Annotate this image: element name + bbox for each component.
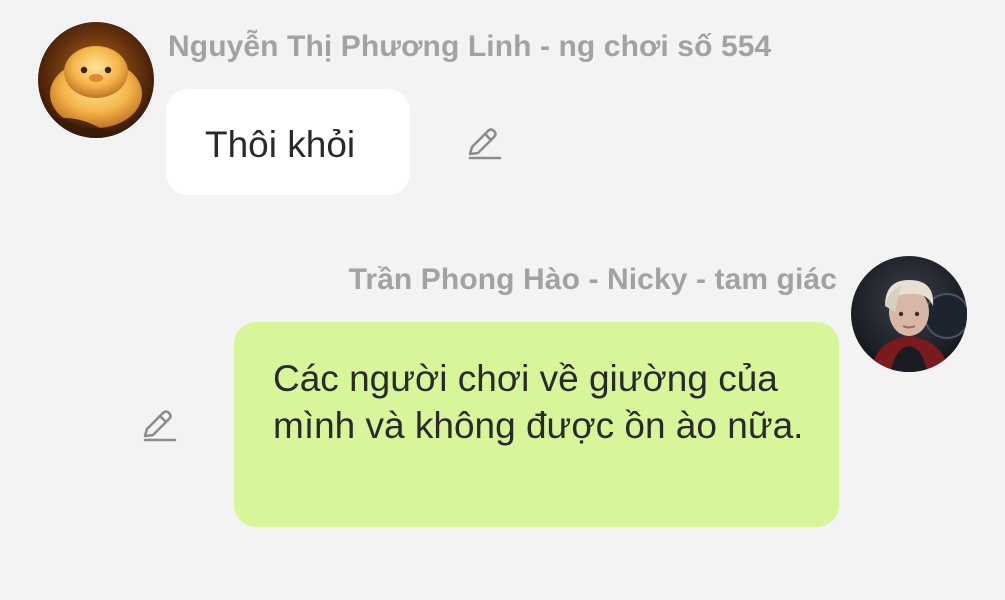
duck-avatar-image xyxy=(38,22,154,138)
sender-avatar[interactable] xyxy=(851,256,967,372)
sender-name: Trần Phong Hào - Nicky - tam giác xyxy=(348,263,837,296)
pencil-edit-icon[interactable] xyxy=(464,124,504,164)
message-bubble[interactable]: Thôi khỏi xyxy=(166,89,410,195)
man-photo-avatar-image xyxy=(851,256,967,372)
sender-name: Nguyễn Thị Phương Linh - ng chơi số 554 xyxy=(168,30,772,63)
message-bubble[interactable]: Các người chơi về giường của mình và khô… xyxy=(234,322,839,527)
sender-avatar[interactable] xyxy=(38,22,154,138)
pencil-edit-icon[interactable] xyxy=(139,406,179,446)
